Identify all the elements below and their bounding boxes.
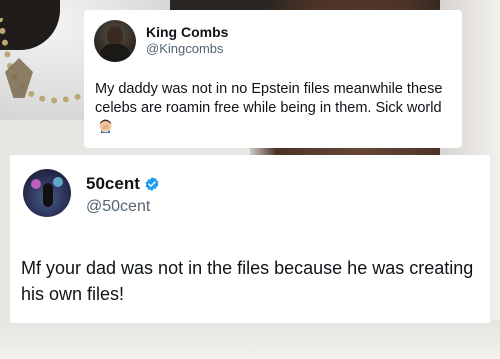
tweet-text: My daddy was not in no Epstein files mea… (95, 80, 455, 137)
user-handle[interactable]: @Kingcombs (146, 41, 224, 56)
tweet-card-50cent[interactable]: 50cent @50cent Mf your dad was not in th… (10, 155, 490, 323)
avatar[interactable] (94, 20, 136, 62)
display-name[interactable]: 50cent (86, 174, 140, 194)
display-name[interactable]: King Combs (146, 24, 228, 40)
avatar[interactable] (23, 169, 71, 217)
display-name-row: 50cent (86, 174, 160, 194)
man-facepalming-emoji-icon (99, 119, 112, 133)
tweet-text: Mf your dad was not in the files because… (21, 258, 474, 304)
user-handle[interactable]: @50cent (86, 198, 150, 216)
verified-badge-icon (145, 177, 159, 191)
tweet-card-kingcombs[interactable]: King Combs @Kingcombs My daddy was not i… (84, 10, 462, 148)
